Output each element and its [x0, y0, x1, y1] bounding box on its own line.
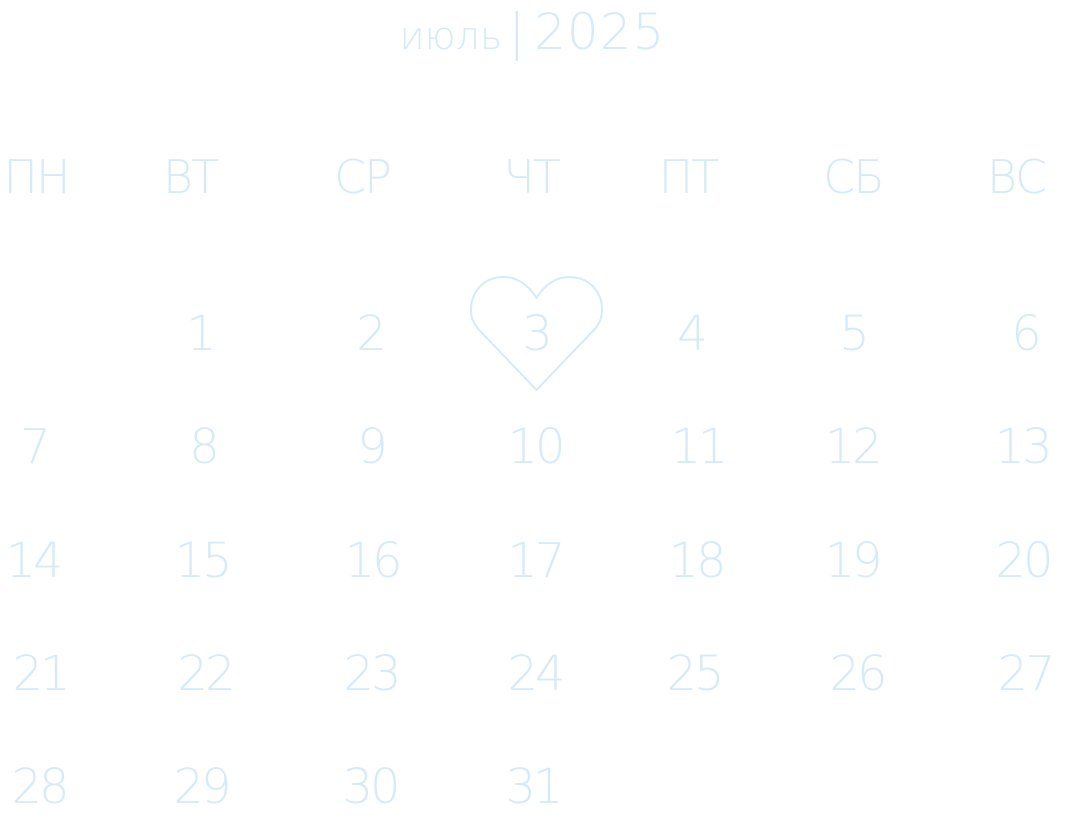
day-cell[interactable]: 23: [295, 645, 447, 703]
day-cell[interactable]: 18: [620, 532, 772, 590]
day-cell[interactable]: 9: [295, 418, 447, 476]
day-cell[interactable]: 30: [294, 758, 446, 816]
day-cell[interactable]: 24: [459, 645, 611, 703]
day-cell[interactable]: 31: [457, 758, 609, 816]
day-cell[interactable]: 6: [949, 305, 1065, 363]
weekday-header-wed: СР: [334, 150, 392, 204]
day-cell[interactable]: 2: [294, 305, 446, 363]
day-cell[interactable]: 21: [0, 645, 116, 703]
day-cell[interactable]: 8: [127, 418, 279, 476]
day-cell[interactable]: 15: [126, 532, 278, 590]
day-cell[interactable]: 7: [0, 418, 110, 476]
weekday-header-thu: ЧТ: [503, 150, 561, 204]
day-cell[interactable]: 5: [777, 305, 929, 363]
day-cell[interactable]: 1: [124, 305, 276, 363]
day-cell[interactable]: 29: [125, 758, 277, 816]
day-cell[interactable]: 19: [776, 532, 928, 590]
day-cell[interactable]: 10: [459, 418, 611, 476]
day-cell[interactable]: 17: [459, 532, 611, 590]
day-cell[interactable]: 22: [129, 645, 281, 703]
day-cell[interactable]: 4: [615, 305, 767, 363]
day-cell-highlighted[interactable]: 3: [460, 305, 612, 363]
day-cell[interactable]: 12: [776, 418, 928, 476]
day-cell[interactable]: 28: [0, 758, 115, 816]
day-cell[interactable]: 25: [618, 645, 770, 703]
weekday-header-mon: ПН: [3, 150, 70, 204]
weekday-header-fri: ПТ: [658, 150, 720, 204]
weekday-header-tue: ВТ: [162, 150, 219, 204]
day-cell[interactable]: 26: [781, 645, 933, 703]
day-cell[interactable]: 11: [622, 418, 774, 476]
day-cell[interactable]: 27: [949, 645, 1065, 703]
weekday-header-sat: СБ: [823, 150, 885, 204]
day-cell[interactable]: 20: [947, 532, 1065, 590]
day-cell[interactable]: 14: [0, 532, 109, 590]
day-cell[interactable]: 13: [946, 418, 1065, 476]
day-cell[interactable]: 16: [296, 532, 448, 590]
weekday-header-sun: ВС: [986, 150, 1047, 204]
calendar-grid: ПН ВТ СР ЧТ ПТ СБ ВС 1 2 3 4 5 6 7 8 9 1…: [0, 0, 1065, 817]
